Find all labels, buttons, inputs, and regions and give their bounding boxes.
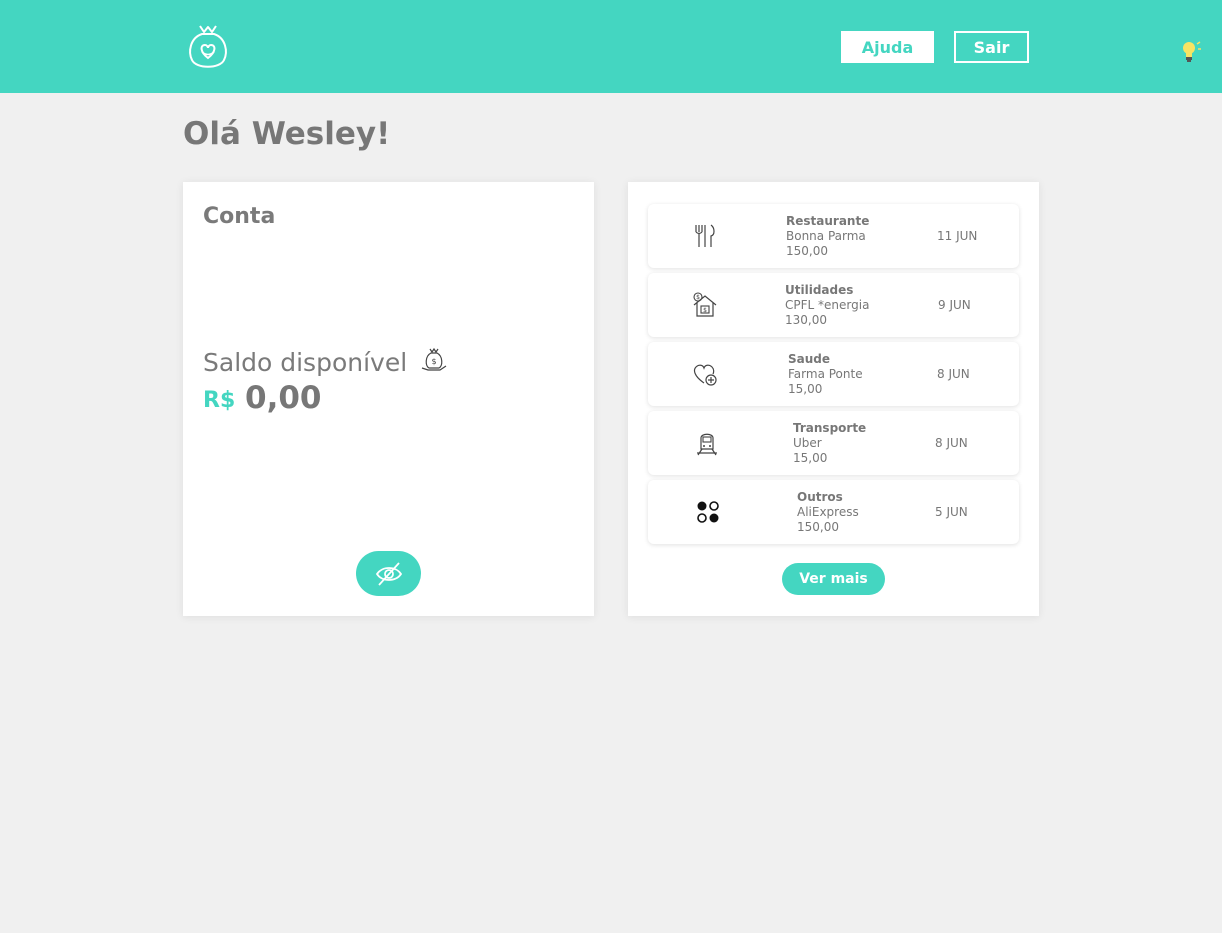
balance-value: 0,00 <box>245 380 322 416</box>
transaction-amount: 150,00 <box>797 520 839 534</box>
transaction-merchant: CPFL *energia <box>785 298 870 312</box>
currency-label: R$ <box>203 388 236 413</box>
transaction-item[interactable]: Outros AliExpress 150,00 5 JUN <box>648 480 1019 544</box>
money-bag-hand-icon: $ <box>421 347 447 371</box>
transaction-date: 11 JUN <box>937 229 978 243</box>
svg-text:$: $ <box>431 357 436 366</box>
house-bill-icon: $ $ <box>693 292 717 317</box>
transaction-amount: 15,00 <box>793 451 828 465</box>
account-title: Conta <box>203 204 276 229</box>
transaction-item[interactable]: $ $ Utilidades CPFL *energia 130,00 9 JU… <box>648 273 1019 337</box>
logo-icon[interactable] <box>186 22 230 72</box>
account-card: Conta Saldo disponível $ R$ 0,00 <box>183 182 594 616</box>
transaction-category: Utilidades <box>785 283 854 297</box>
balance-label: Saldo disponível <box>203 348 408 377</box>
transaction-merchant: AliExpress <box>797 505 859 519</box>
transaction-item[interactable]: Saude Farma Ponte 15,00 8 JUN <box>648 342 1019 406</box>
train-icon <box>697 433 717 456</box>
transaction-category: Transporte <box>793 421 867 435</box>
greeting-heading: Olá Wesley! <box>183 116 391 152</box>
fork-knife-icon <box>695 224 715 247</box>
transaction-item[interactable]: Restaurante Bonna Parma 150,00 11 JUN <box>648 204 1019 268</box>
transaction-date: 8 JUN <box>937 367 970 381</box>
transaction-merchant: Uber <box>793 436 822 450</box>
transaction-category: Restaurante <box>786 214 870 228</box>
transaction-merchant: Farma Ponte <box>788 367 863 381</box>
heart-plus-icon <box>693 364 717 386</box>
svg-text:$: $ <box>703 307 707 314</box>
transaction-category: Outros <box>797 490 843 504</box>
see-more-button[interactable]: Ver mais <box>782 563 885 595</box>
lightbulb-icon[interactable] <box>1176 38 1202 64</box>
help-button[interactable]: Ajuda <box>841 31 934 63</box>
transactions-card: Restaurante Bonna Parma 150,00 11 JUN $ … <box>628 182 1039 616</box>
transaction-date: 5 JUN <box>935 505 968 519</box>
transaction-amount: 15,00 <box>788 382 823 396</box>
top-header: Ajuda Sair <box>0 0 1222 93</box>
transaction-amount: 150,00 <box>786 244 828 258</box>
transaction-merchant: Bonna Parma <box>786 229 866 243</box>
eye-slash-icon <box>375 561 402 586</box>
transaction-date: 9 JUN <box>938 298 971 312</box>
four-dots-icon <box>697 501 719 523</box>
transaction-date: 8 JUN <box>935 436 968 450</box>
transaction-category: Saude <box>788 352 831 366</box>
transaction-item[interactable]: Transporte Uber 15,00 8 JUN <box>648 411 1019 475</box>
toggle-balance-button[interactable] <box>356 551 421 596</box>
transaction-amount: 130,00 <box>785 313 827 327</box>
logout-button[interactable]: Sair <box>954 31 1029 63</box>
